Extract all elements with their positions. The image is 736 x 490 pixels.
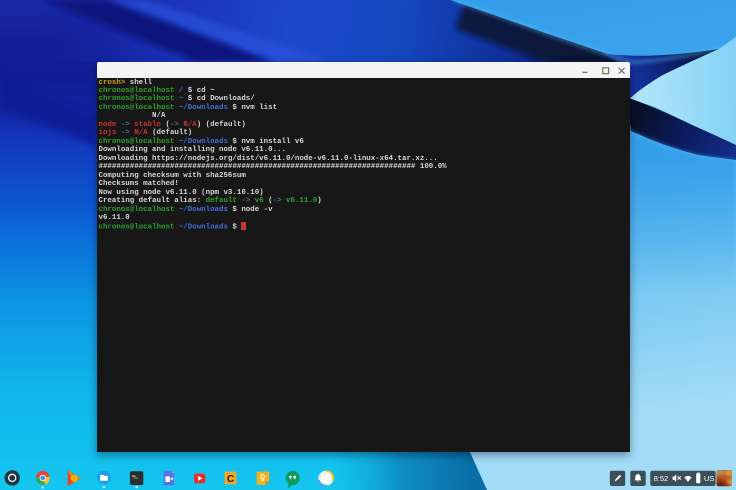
- svg-text:♪: ♪: [73, 477, 76, 483]
- svg-text:C: C: [227, 474, 235, 485]
- svg-text:8:52: 8:52: [654, 474, 669, 483]
- svg-text:US: US: [704, 474, 714, 483]
